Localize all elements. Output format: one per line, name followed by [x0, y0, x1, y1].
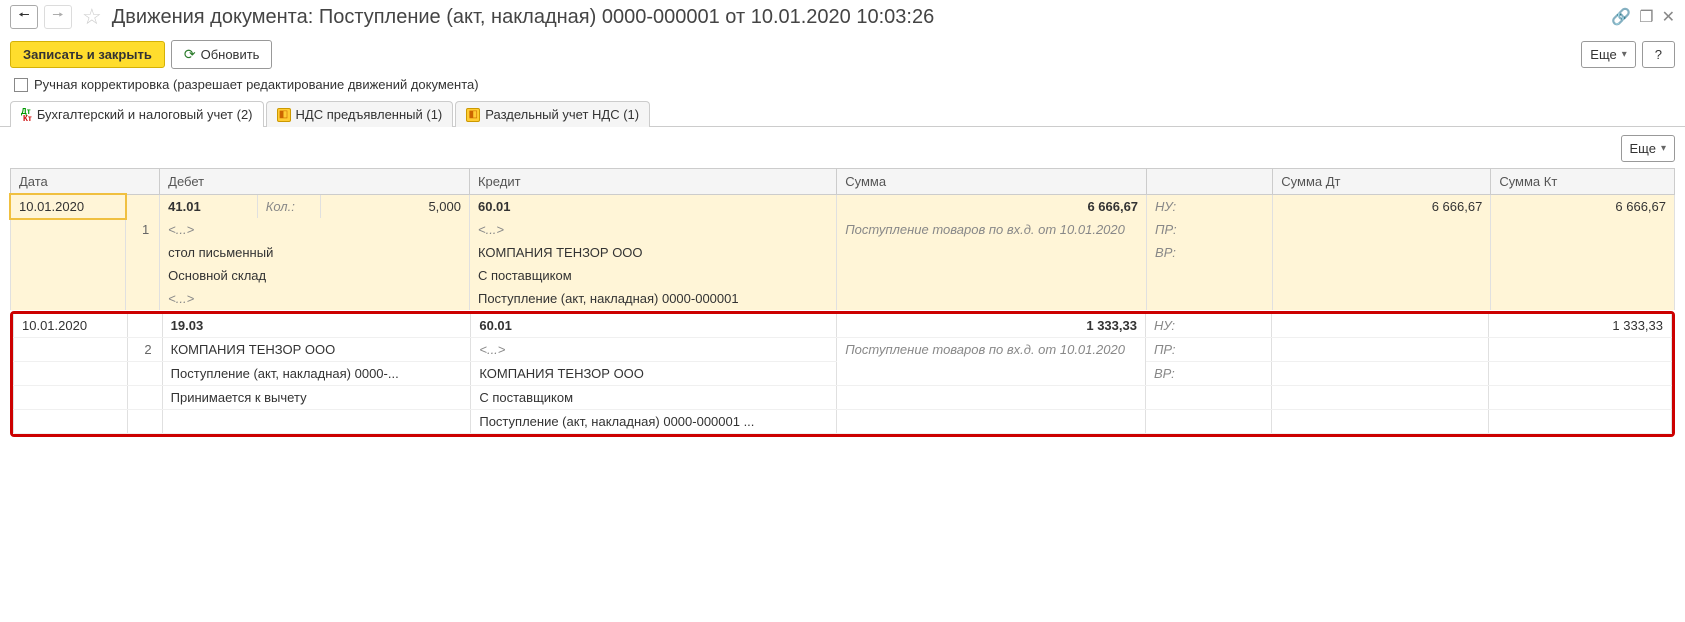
doc-icon: ◧ — [277, 108, 291, 122]
refresh-icon: ⟳ — [184, 46, 196, 63]
table-row[interactable]: 10.01.2020 19.03 60.01 1 333,33 НУ: 1 33… — [14, 314, 1672, 434]
manual-correction-checkbox[interactable] — [14, 78, 28, 92]
dt-kt-icon: ДтКт — [21, 108, 32, 122]
nav-back-button[interactable]: 🠔 — [10, 5, 38, 29]
table-row[interactable]: 10.01.2020 41.01 Кол.: 5,000 60.01 6 666… — [11, 195, 1675, 311]
manual-correction-label: Ручная корректировка (разрешает редактир… — [34, 77, 479, 92]
refresh-button[interactable]: ⟳ Обновить — [171, 40, 273, 69]
page-title: Движения документа: Поступление (акт, на… — [112, 6, 1606, 29]
tab-vat-presented[interactable]: ◧ НДС предъявленный (1) — [266, 101, 454, 127]
col-sum-dt[interactable]: Сумма Дт — [1273, 169, 1491, 195]
col-debit[interactable]: Дебет — [160, 169, 470, 195]
link-icon[interactable]: 🔗 — [1611, 7, 1631, 27]
favorite-star-icon[interactable]: ☆ — [78, 4, 106, 30]
doc-icon: ◧ — [466, 108, 480, 122]
movements-table: Дата Дебет Кредит Сумма Сумма Дт Сумма К… — [10, 168, 1675, 310]
col-blank — [1147, 169, 1273, 195]
col-sum-kt[interactable]: Сумма Кт — [1491, 169, 1675, 195]
col-credit[interactable]: Кредит — [469, 169, 836, 195]
nav-forward-button[interactable]: 🠖 — [44, 5, 72, 29]
help-button[interactable]: ? — [1642, 41, 1675, 68]
tab-vat-separate[interactable]: ◧ Раздельный учет НДС (1) — [455, 101, 650, 127]
save-close-button[interactable]: Записать и закрыть — [10, 41, 165, 68]
table-more-button[interactable]: Еще — [1621, 135, 1675, 162]
window-control-icon[interactable]: ❐ — [1639, 7, 1653, 27]
highlighted-row-box: 10.01.2020 19.03 60.01 1 333,33 НУ: 1 33… — [10, 311, 1675, 437]
col-sum[interactable]: Сумма — [837, 169, 1147, 195]
col-date[interactable]: Дата — [11, 169, 160, 195]
more-button[interactable]: Еще — [1581, 41, 1635, 68]
close-icon[interactable]: ✕ — [1662, 7, 1675, 27]
tab-accounting[interactable]: ДтКт Бухгалтерский и налоговый учет (2) — [10, 101, 264, 127]
